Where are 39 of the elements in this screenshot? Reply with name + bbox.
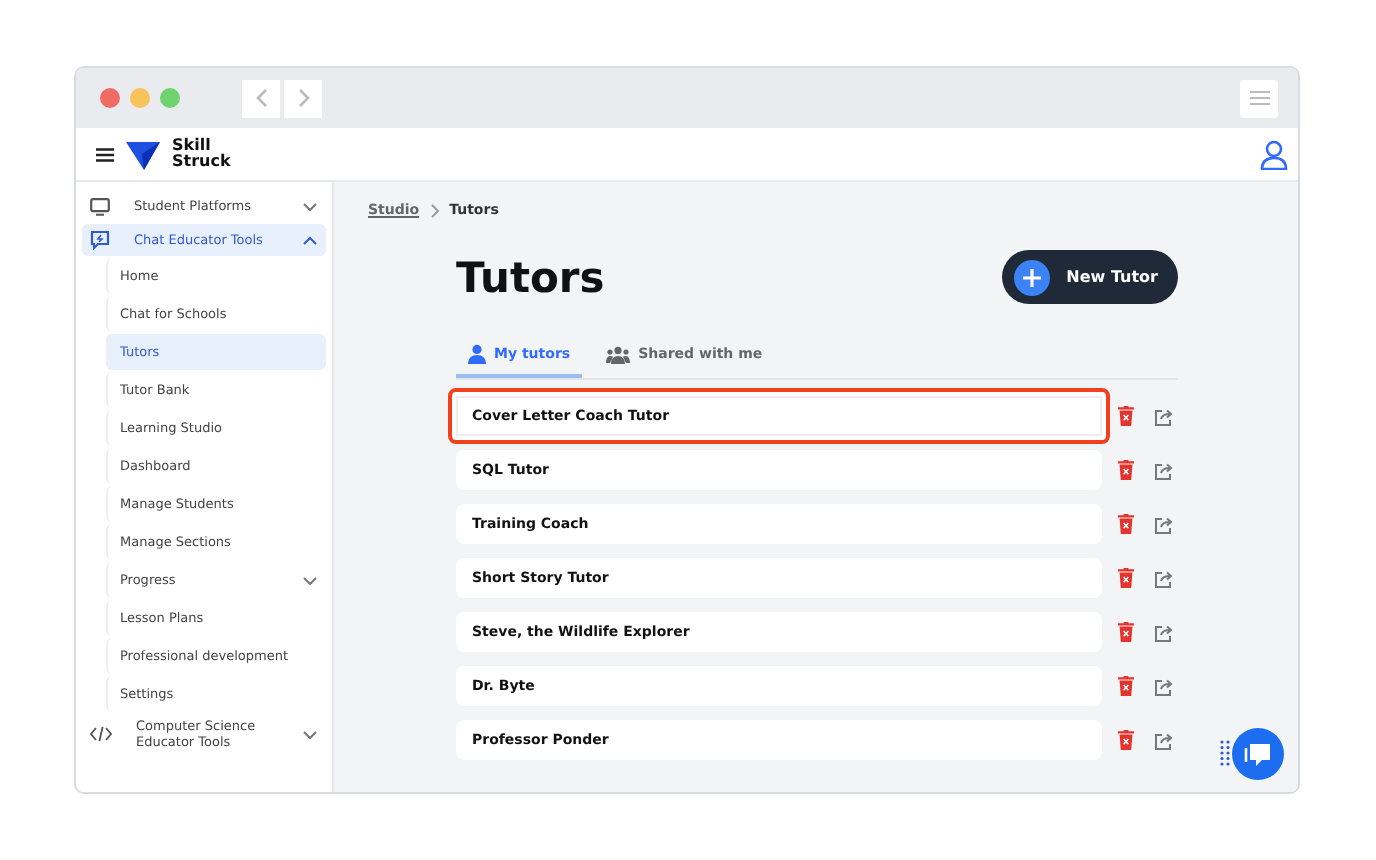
close-button[interactable] — [100, 88, 120, 108]
chevron-icon — [302, 201, 318, 211]
code-icon — [90, 726, 112, 742]
chevron-right-icon — [295, 88, 311, 108]
brand-name: Skill Struck — [172, 138, 232, 170]
chevron-icon — [302, 729, 318, 739]
share-icon[interactable] — [1154, 623, 1174, 641]
logo-icon — [126, 139, 160, 169]
chat-button[interactable] — [1232, 728, 1284, 780]
share-icon[interactable] — [1154, 677, 1174, 695]
chat-icon — [90, 230, 110, 250]
delete-icon[interactable] — [1118, 568, 1134, 588]
delete-icon[interactable] — [1118, 622, 1134, 642]
page-title: Tutors — [456, 253, 605, 301]
chat-bubble-icon — [1244, 741, 1272, 767]
share-icon[interactable] — [1154, 731, 1174, 749]
delete-icon[interactable] — [1118, 406, 1134, 426]
share-icon[interactable] — [1154, 569, 1174, 587]
plus-icon — [1014, 259, 1051, 295]
sidebar-toggle-button[interactable] — [1240, 79, 1278, 117]
delete-icon[interactable] — [1118, 460, 1134, 480]
menu-icon[interactable] — [96, 147, 114, 161]
delete-icon[interactable] — [1118, 514, 1134, 534]
chevron-icon — [302, 575, 318, 585]
people-icon — [606, 345, 631, 363]
user-icon[interactable] — [1260, 139, 1288, 169]
share-icon[interactable] — [1154, 407, 1174, 425]
chevron-right-icon — [429, 203, 440, 217]
share-icon[interactable] — [1154, 515, 1174, 533]
delete-icon[interactable] — [1118, 730, 1134, 750]
lines-icon — [1249, 90, 1269, 106]
share-icon[interactable] — [1154, 461, 1174, 479]
drag-handle-icon[interactable] — [1220, 740, 1230, 766]
new-tutor-button[interactable]: New Tutor — [1002, 250, 1178, 304]
chevron-icon — [302, 235, 318, 245]
monitor-icon — [90, 197, 110, 215]
chevron-left-icon — [253, 88, 269, 108]
person-icon — [468, 344, 486, 364]
delete-icon[interactable] — [1118, 676, 1134, 696]
